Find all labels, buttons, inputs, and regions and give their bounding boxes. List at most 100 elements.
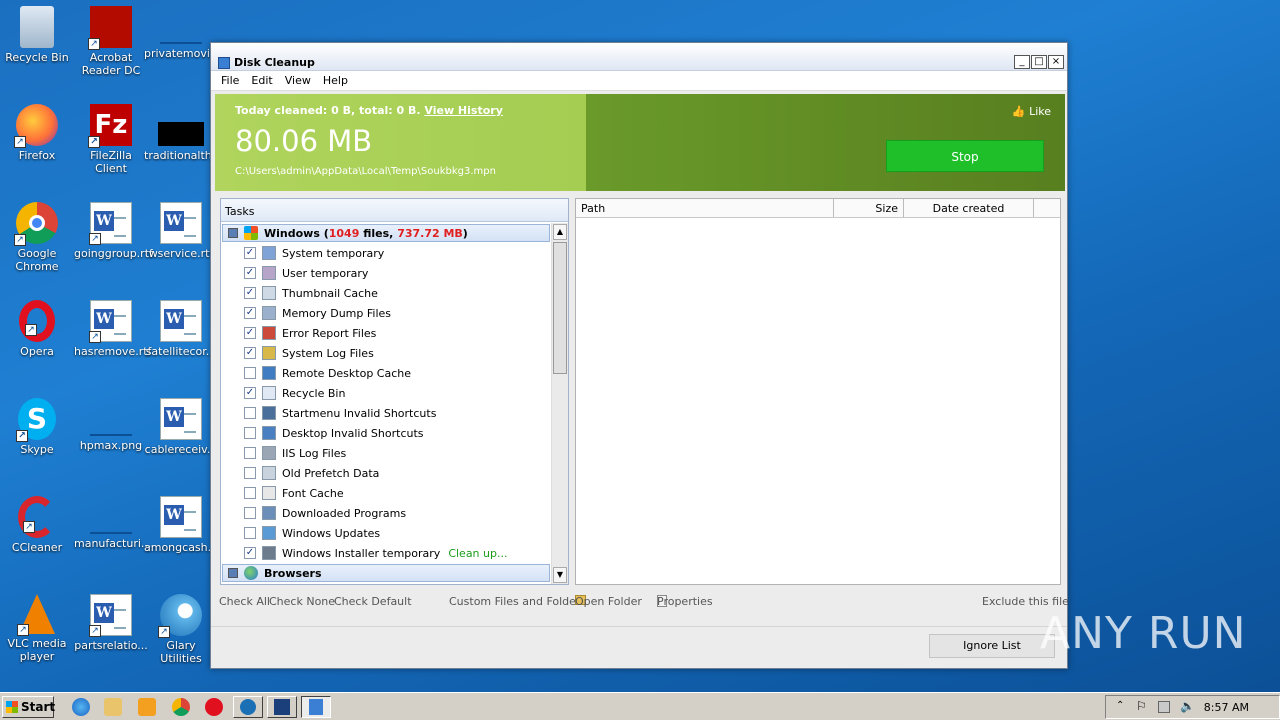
task-checkbox[interactable] xyxy=(244,407,256,419)
desktop-icon-amongcash[interactable]: amongcash... xyxy=(144,496,218,554)
task-checkbox[interactable]: ✓ xyxy=(244,247,256,259)
desktop-icon-traditionalth[interactable]: traditionalth... xyxy=(144,104,222,162)
task-item[interactable]: IIS Log Files xyxy=(221,443,551,463)
app-grid-icon xyxy=(274,699,290,715)
desktop-icon-chrome[interactable]: ↗ Google Chrome xyxy=(0,202,74,273)
desktop-icon-cablereceiv[interactable]: cablereceiv... xyxy=(144,398,218,456)
group-browsers[interactable]: Browsers xyxy=(222,564,550,582)
today-cleaned: Today cleaned: 0 B, total: 0 B. View His… xyxy=(235,104,503,117)
like-button[interactable]: 👍 Like xyxy=(1012,105,1051,118)
desktop-icon-satellitecor[interactable]: satellitecor... xyxy=(144,300,218,358)
group-windows[interactable]: Windows (1049 files, 737.72 MB) xyxy=(222,224,550,242)
task-item[interactable]: ✓ System temporary xyxy=(221,243,551,263)
desktop-icon-acrobat[interactable]: ↗ Acrobat Reader DC xyxy=(74,6,148,77)
desktop-icon-recycle-bin[interactable]: Recycle Bin xyxy=(0,6,74,64)
scroll-thumb[interactable] xyxy=(553,242,567,374)
check-all-link[interactable]: Check All xyxy=(219,595,270,608)
explorer-icon[interactable] xyxy=(104,698,122,716)
desktop-icon-hpmax[interactable]: hpmax.png xyxy=(74,398,148,452)
show-hidden-icons-icon[interactable]: ⌃ xyxy=(1116,700,1124,711)
task-item[interactable]: ✓ Windows Installer temporary Clean up... xyxy=(221,543,551,563)
task-checkbox[interactable]: ✓ xyxy=(244,327,256,339)
firefox-icon: ↗ xyxy=(14,104,58,148)
menu-edit[interactable]: Edit xyxy=(245,71,278,90)
media-player-icon[interactable] xyxy=(138,698,156,716)
task-checkbox[interactable]: ✓ xyxy=(244,347,256,359)
task-item[interactable]: Old Prefetch Data xyxy=(221,463,551,483)
task-checkbox[interactable] xyxy=(244,367,256,379)
task-item[interactable]: Downloaded Programs xyxy=(221,503,551,523)
exclude-file-link[interactable]: Exclude this file xyxy=(982,595,1069,608)
opera-icon[interactable] xyxy=(205,698,223,716)
desktop-icon-partsrelatio[interactable]: ↗ partsrelatio... xyxy=(74,594,148,652)
menu-help[interactable]: Help xyxy=(317,71,354,90)
task-item[interactable]: ✓ Recycle Bin xyxy=(221,383,551,403)
task-checkbox[interactable] xyxy=(244,527,256,539)
desktop-icon-hasremove[interactable]: ↗ hasremove.rtf xyxy=(74,300,151,358)
desktop-icon-wservice[interactable]: wservice.rtf xyxy=(144,202,218,260)
clock[interactable]: 8:57 AM xyxy=(1204,701,1249,714)
taskbar-disk-cleanup[interactable] xyxy=(301,696,331,718)
check-none-link[interactable]: Check None xyxy=(269,595,335,608)
task-item[interactable]: ✓ Memory Dump Files xyxy=(221,303,551,323)
start-button[interactable]: Start xyxy=(2,696,55,718)
ignore-list-button[interactable]: Ignore List xyxy=(929,634,1055,658)
custom-files-link[interactable]: Custom Files and Folders xyxy=(449,595,586,608)
task-item[interactable]: Startmenu Invalid Shortcuts xyxy=(221,403,551,423)
ie-icon[interactable] xyxy=(72,698,90,716)
minimize-button[interactable]: _ xyxy=(1014,55,1030,69)
taskbar-app[interactable] xyxy=(267,696,297,718)
window-controls: _ □ × xyxy=(1014,55,1064,69)
task-checkbox[interactable] xyxy=(244,427,256,439)
task-item[interactable]: ✓ Error Report Files xyxy=(221,323,551,343)
view-history-link[interactable]: View History xyxy=(424,104,502,117)
menu-view[interactable]: View xyxy=(279,71,317,90)
chrome-icon[interactable] xyxy=(172,698,190,716)
task-checkbox[interactable] xyxy=(244,467,256,479)
volume-icon[interactable]: 🔈 xyxy=(1180,699,1195,713)
task-item[interactable]: ✓ System Log Files xyxy=(221,343,551,363)
task-checkbox[interactable]: ✓ xyxy=(244,267,256,279)
check-default-link[interactable]: Check Default xyxy=(334,595,412,608)
task-checkbox[interactable] xyxy=(244,447,256,459)
menu-file[interactable]: File xyxy=(215,71,245,90)
desktop-icon-vlc[interactable]: ↗ VLC media player xyxy=(0,594,74,663)
column-date-created[interactable]: Date created xyxy=(904,199,1034,217)
maximize-button[interactable]: □ xyxy=(1031,55,1047,69)
task-item[interactable]: Windows Updates xyxy=(221,523,551,543)
column-path[interactable]: Path xyxy=(576,199,834,217)
task-checkbox[interactable]: ✓ xyxy=(244,287,256,299)
desktop-icon-manufacturi[interactable]: manufacturi... xyxy=(74,496,151,550)
task-item[interactable]: Desktop Invalid Shortcuts xyxy=(221,423,551,443)
group-checkbox[interactable] xyxy=(228,568,238,578)
desktop-icon-opera[interactable]: ↗ Opera xyxy=(0,300,74,358)
close-button[interactable]: × xyxy=(1048,55,1064,69)
task-item[interactable]: ✓ Thumbnail Cache xyxy=(221,283,551,303)
desktop-icon-ccleaner[interactable]: ↗ CCleaner xyxy=(0,496,74,554)
task-label: Recycle Bin xyxy=(282,386,346,400)
task-item[interactable]: ✓ User temporary xyxy=(221,263,551,283)
stop-button[interactable]: Stop xyxy=(886,140,1044,172)
network-icon[interactable] xyxy=(1158,701,1170,713)
scroll-up-button[interactable]: ▲ xyxy=(553,224,567,240)
task-item[interactable]: Font Cache xyxy=(221,483,551,503)
group-checkbox[interactable] xyxy=(228,228,238,238)
desktop-icon-skype[interactable]: S ↗ Skype xyxy=(0,398,74,456)
task-item[interactable]: Remote Desktop Cache xyxy=(221,363,551,383)
desktop-icon-goinggroup[interactable]: ↗ goinggroup.rtf xyxy=(74,202,153,260)
taskbar-glary[interactable] xyxy=(233,696,263,718)
desktop-icon-privatemovi[interactable]: privatemovi... xyxy=(144,6,220,60)
task-checkbox[interactable]: ✓ xyxy=(244,547,256,559)
flag-icon[interactable]: ⚐ xyxy=(1136,699,1147,713)
title-bar[interactable]: Disk Cleanup _ □ × xyxy=(211,43,1067,71)
task-checkbox[interactable]: ✓ xyxy=(244,307,256,319)
task-checkbox[interactable]: ✓ xyxy=(244,387,256,399)
desktop-icon-firefox[interactable]: ↗ Firefox xyxy=(0,104,74,162)
task-checkbox[interactable] xyxy=(244,487,256,499)
desktop-icon-filezilla[interactable]: Fz ↗ FileZilla Client xyxy=(74,104,148,175)
scroll-down-button[interactable]: ▼ xyxy=(553,567,567,583)
desktop-icon-glary[interactable]: ↗ Glary Utilities xyxy=(144,594,218,665)
column-size[interactable]: Size xyxy=(834,199,904,217)
tasks-scrollbar[interactable]: ▲ ▼ xyxy=(551,223,568,584)
task-checkbox[interactable] xyxy=(244,507,256,519)
